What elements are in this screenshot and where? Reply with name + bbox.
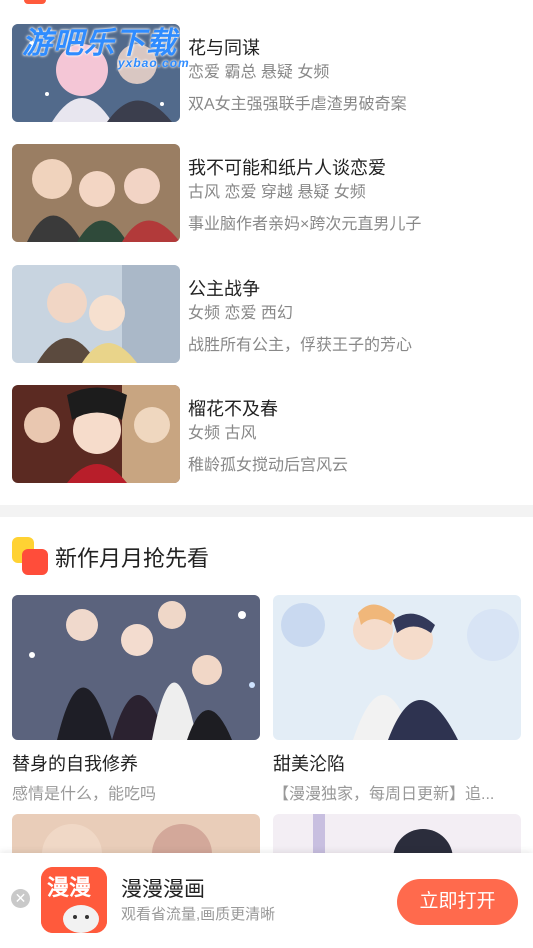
watermark-logo: 游吧乐下载 yxbao.com (22, 18, 190, 70)
svg-text:漫漫: 漫漫 (47, 876, 91, 901)
comic-cover (273, 595, 521, 740)
app-icon: 漫漫 (41, 867, 107, 933)
card-subtitle: 感情是什么，能吃吗 (12, 786, 157, 803)
card-title: 甜美沦陷 (273, 754, 345, 774)
comic-description: 稚龄孤女搅动后宫风云 (188, 457, 349, 474)
comic-tags: 恋爱 霸总 悬疑 女频 (188, 64, 330, 81)
comic-cover (12, 144, 180, 242)
comic-card[interactable]: 甜美沦陷 【漫漫独家，每周日更新】追... (273, 595, 521, 804)
app-name: 漫漫漫画 (121, 878, 205, 901)
comic-description: 双A女主强强联手虐渣男破奇案 (188, 96, 407, 113)
comic-title: 我不可能和纸片人谈恋爱 (188, 158, 386, 178)
comic-description: 事业脑作者亲妈×跨次元直男儿子 (188, 216, 422, 233)
list-item[interactable]: 我不可能和纸片人谈恋爱 古风 恋爱 穿越 悬疑 女频 事业脑作者亲妈×跨次元直男… (12, 144, 522, 242)
comic-tags: 女频 古风 (188, 425, 257, 442)
comic-card[interactable]: 替身的自我修养 感情是什么，能吃吗 (12, 595, 260, 804)
app-description: 观看省流量,画质更清晰 (121, 906, 276, 923)
open-app-button[interactable]: 立即打开 (397, 879, 518, 925)
comic-description: 战胜所有公主，俘获王子的芳心 (188, 337, 413, 354)
comic-title: 公主战争 (188, 279, 260, 299)
comic-cover (12, 265, 180, 363)
comic-cover (12, 595, 260, 740)
list-item[interactable]: 公主战争 女频 恋爱 西幻 战胜所有公主，俘获王子的芳心 (12, 265, 522, 363)
comic-card-partial[interactable] (12, 814, 260, 854)
close-icon[interactable]: ✕ (11, 889, 30, 908)
section-divider (0, 505, 533, 517)
card-title: 替身的自我修养 (12, 754, 138, 774)
card-subtitle: 【漫漫独家，每周日更新】追... (273, 786, 495, 803)
comic-tags: 古风 恋爱 穿越 悬疑 女频 (188, 184, 366, 201)
app-download-banner: ✕ 漫漫 漫漫漫画 观看省流量,画质更清晰 立即打开 (0, 853, 533, 948)
comic-card-partial[interactable] (273, 814, 521, 854)
comic-cover (12, 385, 180, 483)
previous-section-icon (24, 0, 46, 4)
section-title: 新作月月抢先看 (55, 546, 210, 571)
comic-title: 榴花不及春 (188, 399, 278, 419)
comic-title: 花与同谋 (188, 38, 260, 58)
comic-tags: 女频 恋爱 西幻 (188, 305, 293, 322)
section-icon (12, 537, 48, 575)
watermark-subtext: yxbao.com (118, 56, 190, 70)
list-item[interactable]: 榴花不及春 女频 古风 稚龄孤女搅动后宫风云 (12, 385, 522, 483)
